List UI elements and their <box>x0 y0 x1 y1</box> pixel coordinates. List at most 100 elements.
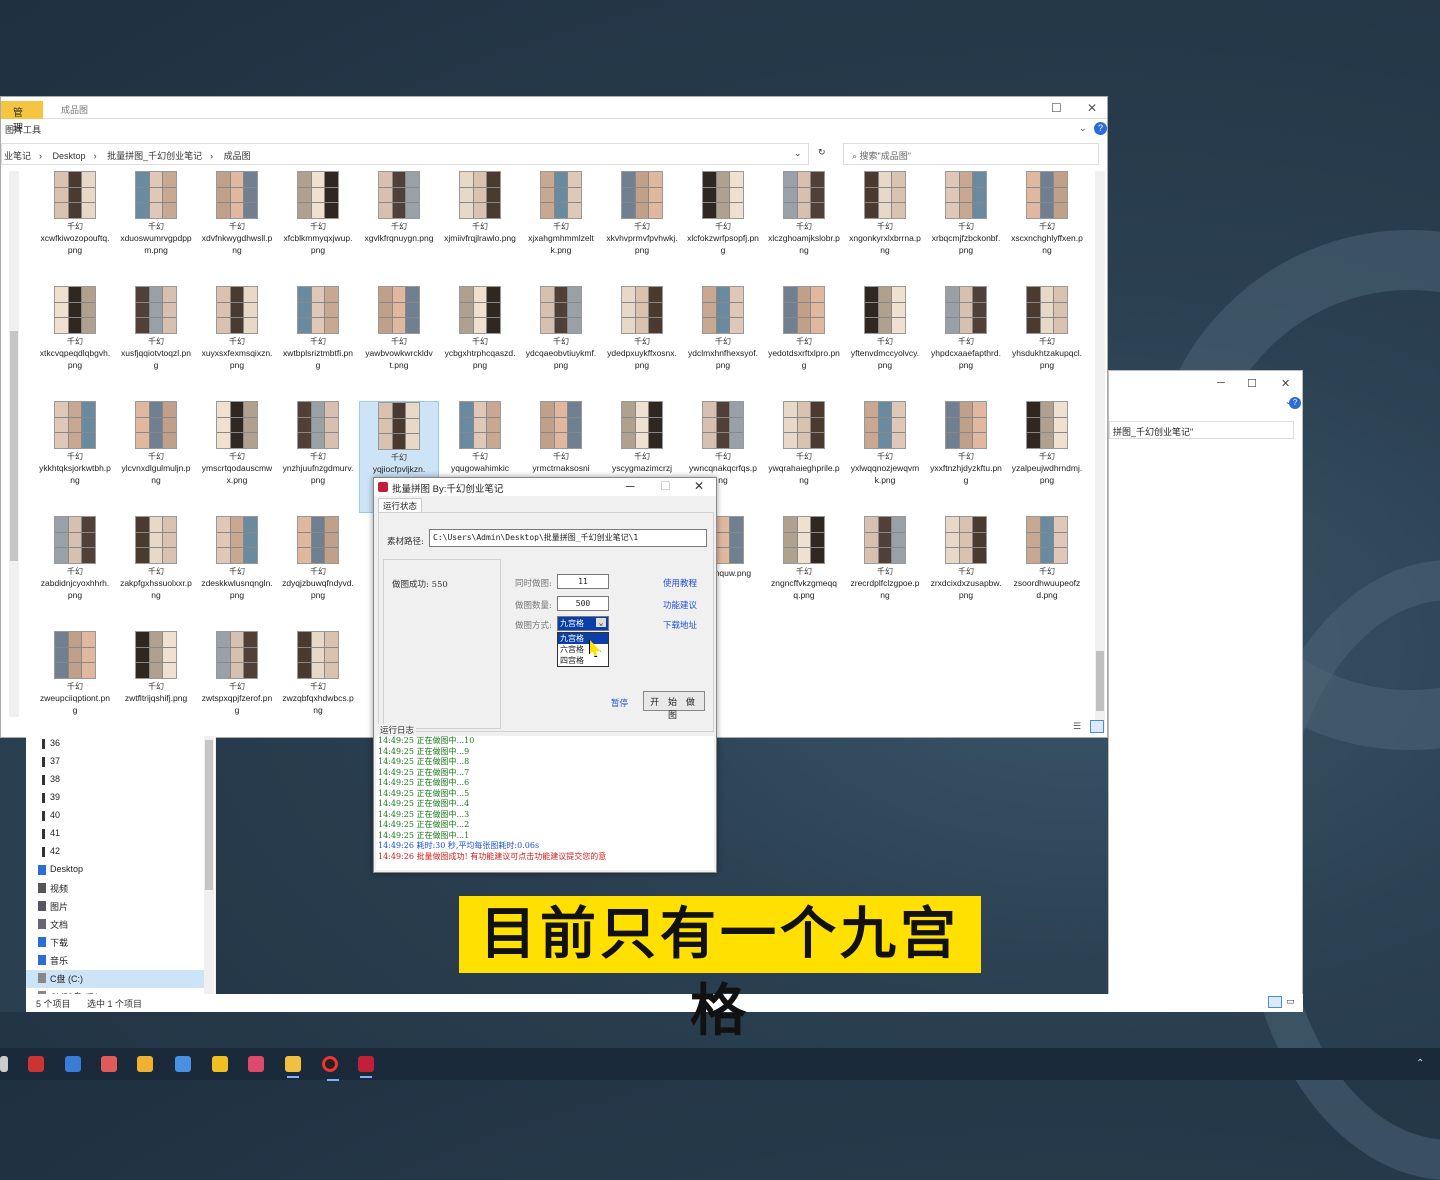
file-item[interactable]: 千幻 zakpfgxhssuolxxr.png <box>116 516 196 628</box>
file-item[interactable]: 千幻 xusfjqqiotvtoqzl.png <box>116 286 196 398</box>
nav-item[interactable]: 38 <box>26 772 215 790</box>
maximize-icon[interactable]: ☐ <box>1247 377 1257 390</box>
file-item[interactable]: 千幻 zwzqbfqxhdwbcs.png <box>278 631 358 731</box>
file-item[interactable]: 千幻 ynzhjuufnzgdmurv.png <box>278 401 358 513</box>
close-icon[interactable]: ✕ <box>694 479 704 493</box>
file-item[interactable]: 千幻 xuyxsxfexmsqixzn.png <box>197 286 277 398</box>
file-item[interactable]: 千幻 xkvhvprmvfpvhwkj.png <box>602 171 682 283</box>
file-item[interactable]: 千幻 zsoordhwuupeofzd.png <box>1007 516 1087 628</box>
search-box[interactable]: 拼图_千幻创业笔记" <box>1109 421 1294 439</box>
file-item[interactable]: 千幻 ykkhtqksjorkwtbh.png <box>35 401 115 513</box>
file-item[interactable]: 千幻 xlczghoamjkslobr.png <box>764 171 844 283</box>
file-item[interactable]: 千幻 yftenvdmccyolvcy.png <box>845 286 925 398</box>
nav-item[interactable]: 42 <box>26 844 215 862</box>
file-item[interactable]: 千幻 ydclmxhnfhexsyof.png <box>683 286 763 398</box>
background-explorer-window[interactable]: ─ ☐ ✕ ⌄ ? 拼图_千幻创业笔记" ☰▣ <box>1108 370 1303 1012</box>
mode-option[interactable]: 四宫格 <box>558 655 608 666</box>
count-input[interactable]: 500 <box>557 596 609 611</box>
mode-select[interactable]: 九宫格 ⌄ <box>557 616 609 631</box>
nav-item[interactable]: 视频 <box>26 880 215 898</box>
file-item[interactable]: 千幻 zwtspxqpjfzerof.png <box>197 631 277 731</box>
maximize-icon[interactable]: ☐ <box>1051 101 1062 115</box>
file-item[interactable]: 千幻 yhpdcxaaefapthrd.png <box>926 286 1006 398</box>
breadcrumb-item[interactable]: Desktop <box>53 151 86 161</box>
nav-item[interactable]: 图片 <box>26 898 215 916</box>
minimize-icon[interactable]: ─ <box>626 479 635 493</box>
file-item[interactable]: 千幻 xjmiivfrqjlrawlo.png <box>440 171 520 283</box>
file-item[interactable]: 千幻 xgvlkfrqnuygn.png <box>359 171 439 283</box>
chevron-down-icon[interactable]: ⌄ <box>794 148 802 159</box>
tab-picture-tools[interactable]: 图片工具 <box>5 123 41 136</box>
file-item[interactable]: 千幻 zngncffvkzgmeqqq.png <box>764 516 844 628</box>
file-item[interactable]: 千幻 yedotdsxrftxlpro.png <box>764 286 844 398</box>
file-item[interactable]: 千幻 ylcvnxdlgulmuljn.png <box>116 401 196 513</box>
recorder-icon[interactable] <box>322 1056 339 1081</box>
nav-item[interactable]: 41 <box>26 826 215 844</box>
search-input[interactable]: ⌕ 搜索"成品图" <box>843 143 1099 165</box>
chevron-down-icon[interactable]: ⌄ <box>1079 123 1087 134</box>
file-item[interactable]: 千幻 zwtfltrijqshifj.png <box>116 631 196 731</box>
nav-item[interactable]: 39 <box>26 790 215 808</box>
file-item[interactable]: 千幻 ydedpxuykffxosnx.png <box>602 286 682 398</box>
file-item[interactable]: 千幻 yxxftnzhjdyzkftu.png <box>926 401 1006 513</box>
nav-scrollbar[interactable] <box>204 736 214 994</box>
breadcrumb[interactable]: 业笔记 › Desktop › 批量拼图_千幻创业笔记 › 成品图 ⌄ ↻ <box>1 143 826 165</box>
app-icon[interactable] <box>212 1056 228 1072</box>
chevron-up-icon[interactable]: ⌃ <box>1416 1058 1424 1069</box>
app-icon[interactable] <box>101 1056 117 1072</box>
details-view-icon[interactable] <box>1268 996 1282 1008</box>
nav-item[interactable]: 下载 <box>26 934 215 952</box>
start-icon[interactable] <box>0 1056 8 1072</box>
nav-item[interactable]: Desktop <box>26 862 215 880</box>
nav-item[interactable]: 音乐 <box>26 952 215 970</box>
file-item[interactable]: 千幻 xcwfkiwozopouftq.png <box>35 171 115 283</box>
suggestion-link[interactable]: 功能建议 <box>663 599 697 611</box>
file-item[interactable]: 千幻 xdvfnkwygdhwsll.png <box>197 171 277 283</box>
breadcrumb-item[interactable]: 业笔记 <box>4 151 31 161</box>
large-icons-view-icon[interactable] <box>1090 720 1104 733</box>
tab-manage[interactable]: 管理 <box>1 101 43 134</box>
batch-collage-app-icon[interactable] <box>358 1056 374 1078</box>
breadcrumb-item[interactable]: 成品图 <box>224 151 251 161</box>
file-item[interactable]: 千幻 xlcfokzwrfpsopfj.png <box>683 171 763 283</box>
breadcrumb-item[interactable]: 批量拼图_千幻创业笔记 <box>107 151 202 161</box>
file-item[interactable]: 千幻 xduoswumrvgpdppm.png <box>116 171 196 283</box>
close-icon[interactable]: ✕ <box>1281 377 1290 390</box>
apps-grid-icon[interactable] <box>65 1056 81 1072</box>
file-item[interactable]: 千幻 zrecrdplfclzgpoe.png <box>845 516 925 628</box>
mode-option[interactable]: 九宫格 <box>558 633 608 644</box>
file-item[interactable]: 千幻 zabdidnjcyoxhhrh.png <box>35 516 115 628</box>
file-item[interactable]: 千幻 xngonkyrxlxbrrna.png <box>845 171 925 283</box>
pause-button[interactable]: 暂停 <box>611 697 628 709</box>
file-item[interactable]: 千幻 ycbgxhtrphcqaszd.png <box>440 286 520 398</box>
file-item[interactable]: 千幻 xfcblkmmyqxjwup.png <box>278 171 358 283</box>
help-icon[interactable]: ? <box>1094 122 1107 135</box>
file-item[interactable]: 千幻 yhsdukhtzakupqcl.png <box>1007 286 1087 398</box>
file-item[interactable]: 千幻 zrxdcixdxzusapbw.png <box>926 516 1006 628</box>
app-icon[interactable] <box>28 1056 44 1072</box>
left-scrollbar[interactable] <box>9 171 19 717</box>
file-item[interactable]: 千幻 yawbvowkwrckldvt.png <box>359 286 439 398</box>
close-icon[interactable]: ✕ <box>1087 101 1097 115</box>
refresh-icon[interactable]: ↻ <box>818 147 826 158</box>
path-input[interactable]: C:\Users\Admin\Desktop\批量拼图_千幻创业笔记\1 <box>429 529 707 547</box>
app-icon[interactable] <box>175 1056 191 1072</box>
file-item[interactable]: 千幻 ydcqaeobvtiuykmf.png <box>521 286 601 398</box>
help-icon[interactable]: ? <box>1289 397 1301 409</box>
concurrent-input[interactable]: 11 <box>557 574 609 589</box>
details-view-icon[interactable]: ☰ <box>1073 721 1081 732</box>
nav-item[interactable]: 36 <box>26 736 215 754</box>
file-item[interactable]: 千幻 ymscrtqodauscmwx.png <box>197 401 277 513</box>
file-item[interactable]: 千幻 zdeskkwlusnqngln.png <box>197 516 277 628</box>
download-link[interactable]: 下载地址 <box>663 619 697 631</box>
vertical-scrollbar[interactable] <box>1095 171 1105 731</box>
nav-item[interactable]: 文档 <box>26 916 215 934</box>
file-item[interactable]: 千幻 xjxahgmhmmlzeltk.png <box>521 171 601 283</box>
file-item[interactable]: 千幻 zweupciiqptiont.png <box>35 631 115 731</box>
file-item[interactable]: 千幻 xscxnchghlyffxen.png <box>1007 171 1087 283</box>
file-item[interactable]: 千幻 xrbqcmjfzbckonbf.png <box>926 171 1006 283</box>
nav-item[interactable]: 37 <box>26 754 215 772</box>
tab-run-status[interactable]: 运行状态 <box>378 498 422 512</box>
file-item[interactable]: 千幻 yzalpeujwdhrndmj.png <box>1007 401 1087 513</box>
file-item[interactable]: 千幻 yxlwqqnozjewqvmk.png <box>845 401 925 513</box>
